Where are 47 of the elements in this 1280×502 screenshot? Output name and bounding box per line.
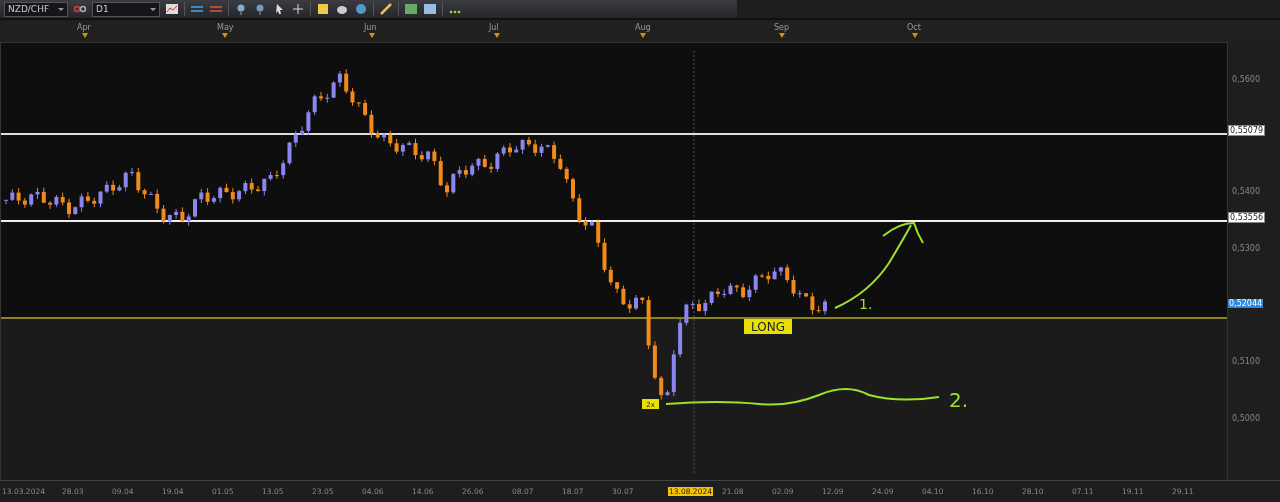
month-marker-icon [779,33,785,38]
month-marker-icon [494,33,500,38]
candlestick [823,298,827,316]
price-label: 0,53556 [1228,212,1266,223]
price-tick: 0,5400 [1232,187,1260,196]
candlestick [382,133,386,142]
chart-icon[interactable] [165,3,179,15]
candlestick [508,142,512,158]
link-icon[interactable] [73,3,87,15]
price-tick: 0,5300 [1232,244,1260,253]
price-tick: 0,5600 [1232,75,1260,84]
month-marker-icon [912,33,918,38]
candlestick [697,299,701,312]
horizontal-lines-icon[interactable] [190,3,204,15]
crosshair-icon[interactable] [291,3,305,15]
price-label: 0,55079 [1228,125,1266,136]
month-marker-icon [369,33,375,38]
month-marker-icon [82,33,88,38]
price-tick: 0,5000 [1232,414,1260,423]
month-label: Apr [77,23,91,32]
month-marker-icon [222,33,228,38]
candlestick [319,91,323,102]
candlestick [445,181,449,198]
timeframe-select[interactable]: D1 [92,1,160,17]
candlestick [130,167,134,177]
month-label: Jul [489,23,499,32]
month-marker-icon [640,33,646,38]
candlestick [67,198,71,219]
candlestick [4,199,8,205]
month-label: Jun [364,23,377,32]
month-label: May [217,23,234,32]
candlestick [256,185,260,193]
candlestick [571,177,575,203]
price-label: 0,52044 [1228,299,1264,308]
candlestick [193,198,197,219]
price-tick: 0,5100 [1232,357,1260,366]
annotation-label: 2. [949,388,969,412]
horizontal-lines-icon[interactable] [209,3,223,15]
month-label: Aug [635,23,651,32]
candlestick [760,273,764,279]
month-label: Sep [774,23,790,32]
month-label: Oct [907,23,921,32]
symbol-select[interactable]: NZD/CHF [4,1,68,17]
pencil-icon[interactable] [379,3,393,15]
candlestick [634,294,638,311]
annotation-label: 1. [859,296,873,312]
signal-label: LONG [744,319,792,334]
